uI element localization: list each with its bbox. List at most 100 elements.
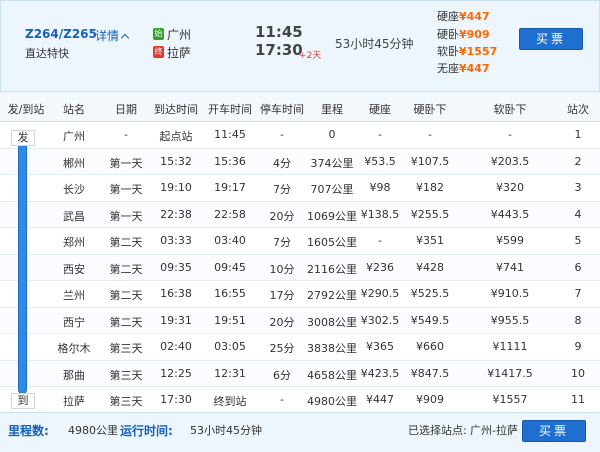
table-row[interactable]: 西安 第二天 09:35 09:45 10分 2116公里 ¥236 ¥428 … bbox=[0, 254, 600, 281]
cell-date: 第三天 bbox=[109, 395, 143, 408]
cell-stop: 7分 bbox=[273, 183, 291, 196]
cell-arrive: 起点站 bbox=[159, 130, 193, 143]
cell-date: 第二天 bbox=[109, 236, 143, 249]
price-hard-seat: 硬座¥447 bbox=[437, 8, 490, 24]
table-row[interactable]: 武昌 第一天 22:38 22:58 20分 1069公里 ¥138.5 ¥25… bbox=[0, 201, 600, 228]
col-header-stop-time: 停车时间 bbox=[260, 103, 304, 116]
cell-stop-no: 10 bbox=[571, 366, 585, 380]
cell-stop-no: 8 bbox=[574, 313, 582, 327]
table-header: 发/到站 站名 日期 到达时间 开车时间 停车时间 里程 硬座 硬卧下 软卧下 … bbox=[0, 92, 600, 122]
end-station-name: 拉萨 bbox=[167, 46, 192, 60]
cell-arrive: 19:10 bbox=[160, 181, 192, 194]
cell-hard-sleeper: - bbox=[428, 128, 432, 141]
cell-arrive: 02:40 bbox=[160, 340, 192, 353]
col-header-station: 站名 bbox=[63, 103, 85, 116]
cell-distance: 3008公里 bbox=[307, 315, 357, 329]
cell-date: 第一天 bbox=[109, 156, 143, 170]
train-number: Z264/Z265 bbox=[25, 27, 97, 41]
cell-station: 格尔木 bbox=[57, 342, 91, 355]
cell-stop-no: 6 bbox=[574, 260, 582, 274]
price-value: ¥447 bbox=[459, 62, 490, 75]
cell-station: 郴州 bbox=[63, 156, 85, 170]
cell-stop: 20分 bbox=[269, 209, 295, 223]
cell-station: 长沙 bbox=[63, 183, 85, 196]
detail-toggle-link[interactable]: 详情 bbox=[95, 27, 130, 44]
cell-hard-sleeper: ¥107.5 bbox=[410, 154, 450, 168]
cell-station: 西宁 bbox=[63, 315, 85, 329]
cell-depart: 03:05 bbox=[214, 340, 246, 353]
col-header-stop-no: 站次 bbox=[567, 103, 589, 116]
cell-depart: 03:40 bbox=[214, 234, 246, 247]
table-row[interactable]: 郴州 第一天 15:32 15:36 4分 374公里 ¥53.5 ¥107.5… bbox=[0, 148, 600, 175]
cell-stop: 17分 bbox=[269, 289, 295, 302]
price-value: ¥447 bbox=[459, 10, 490, 23]
cell-depart: 09:45 bbox=[214, 260, 246, 274]
cell-stop-no: 9 bbox=[574, 340, 582, 353]
price-label: 软卧 bbox=[437, 45, 459, 58]
cell-arrive: 19:31 bbox=[160, 313, 192, 327]
table-row[interactable]: 西宁 第二天 19:31 19:51 20分 3008公里 ¥302.5 ¥54… bbox=[0, 307, 600, 334]
buy-ticket-button-bottom[interactable]: 买票 bbox=[522, 420, 586, 442]
col-header-soft-sleeper: 软卧下 bbox=[493, 103, 527, 116]
range-end-handle[interactable]: 到 bbox=[11, 393, 35, 409]
cell-hard-seat: ¥236 bbox=[366, 260, 394, 274]
col-header-distance: 里程 bbox=[321, 103, 343, 116]
cell-arrive: 03:33 bbox=[160, 234, 192, 247]
cell-depart: 15:36 bbox=[214, 154, 246, 168]
buy-ticket-button[interactable]: 买票 bbox=[519, 28, 583, 50]
cell-soft-sleeper: ¥320 bbox=[496, 181, 524, 194]
cell-distance: 1605公里 bbox=[307, 236, 357, 249]
table-row[interactable]: 兰州 第二天 16:38 16:55 17分 2792公里 ¥290.5 ¥52… bbox=[0, 281, 600, 308]
col-header-hard-sleeper: 硬卧下 bbox=[413, 103, 447, 116]
runtime-value: 53小时45分钟 bbox=[190, 424, 262, 437]
cell-arrive: 12:25 bbox=[160, 366, 192, 380]
cell-soft-sleeper: ¥599 bbox=[496, 234, 524, 247]
price-label: 硬卧 bbox=[437, 28, 459, 41]
cell-date: 第三天 bbox=[109, 342, 143, 355]
cell-hard-sleeper: ¥909 bbox=[416, 393, 444, 406]
cell-distance: 4658公里 bbox=[307, 368, 357, 382]
cell-stop-no: 11 bbox=[571, 393, 585, 406]
col-header-arrive-time: 到达时间 bbox=[154, 103, 198, 116]
table-row[interactable]: 广州 - 起点站 11:45 - 0 - - - 1 bbox=[0, 122, 600, 149]
distance-label: 里程数: bbox=[8, 424, 49, 438]
cell-arrive: 16:38 bbox=[160, 287, 192, 300]
cell-soft-sleeper: ¥203.5 bbox=[490, 154, 530, 168]
range-start-handle[interactable]: 发 bbox=[11, 130, 35, 146]
cell-hard-sleeper: ¥351 bbox=[416, 234, 444, 247]
table-row[interactable]: 格尔木 第三天 02:40 03:05 25分 3838公里 ¥365 ¥660… bbox=[0, 334, 600, 361]
cell-hard-seat: - bbox=[378, 128, 382, 141]
departure-time: 11:45 bbox=[255, 23, 303, 41]
cell-arrive: 09:35 bbox=[160, 260, 192, 274]
cell-distance: 707公里 bbox=[310, 183, 354, 196]
price-no-seat: 无座¥447 bbox=[437, 60, 490, 76]
cell-hard-sleeper: ¥549.5 bbox=[410, 313, 450, 327]
cell-hard-seat: - bbox=[378, 234, 382, 247]
station-range-slider[interactable] bbox=[18, 132, 27, 394]
cell-station: 郑州 bbox=[63, 236, 85, 249]
cell-station: 武昌 bbox=[63, 209, 85, 223]
trip-duration: 53小时45分钟 bbox=[335, 37, 414, 51]
selected-stations-value: 广州-拉萨 bbox=[470, 424, 518, 437]
table-row[interactable]: 郑州 第二天 03:33 03:40 7分 1605公里 - ¥351 ¥599… bbox=[0, 228, 600, 255]
price-label: 硬座 bbox=[437, 10, 459, 23]
train-type: 直达特快 bbox=[25, 47, 69, 60]
arrival-time: 17:30 bbox=[255, 41, 303, 59]
cell-station: 兰州 bbox=[63, 289, 85, 302]
chevron-up-icon bbox=[120, 33, 130, 43]
col-header-hard-seat: 硬座 bbox=[369, 103, 391, 116]
cell-arrive: 22:38 bbox=[160, 207, 192, 221]
cell-soft-sleeper: ¥443.5 bbox=[490, 207, 530, 221]
table-row[interactable]: 拉萨 第三天 17:30 终到站 - 4980公里 ¥447 ¥909 ¥155… bbox=[0, 387, 600, 414]
cell-soft-sleeper: ¥955.5 bbox=[490, 313, 530, 327]
cell-hard-seat: ¥447 bbox=[366, 393, 394, 406]
cell-distance: 3838公里 bbox=[307, 342, 357, 355]
cell-hard-seat: ¥53.5 bbox=[364, 154, 396, 168]
cell-arrive: 17:30 bbox=[160, 393, 192, 406]
col-header-depart-time: 开车时间 bbox=[208, 103, 252, 116]
cell-depart: 16:55 bbox=[214, 287, 246, 300]
cell-stop-no: 3 bbox=[574, 181, 582, 194]
table-row[interactable]: 那曲 第三天 12:25 12:31 6分 4658公里 ¥423.5 ¥847… bbox=[0, 360, 600, 387]
end-station-badge: 终 bbox=[153, 46, 164, 58]
table-row[interactable]: 长沙 第一天 19:10 19:17 7分 707公里 ¥98 ¥182 ¥32… bbox=[0, 175, 600, 202]
